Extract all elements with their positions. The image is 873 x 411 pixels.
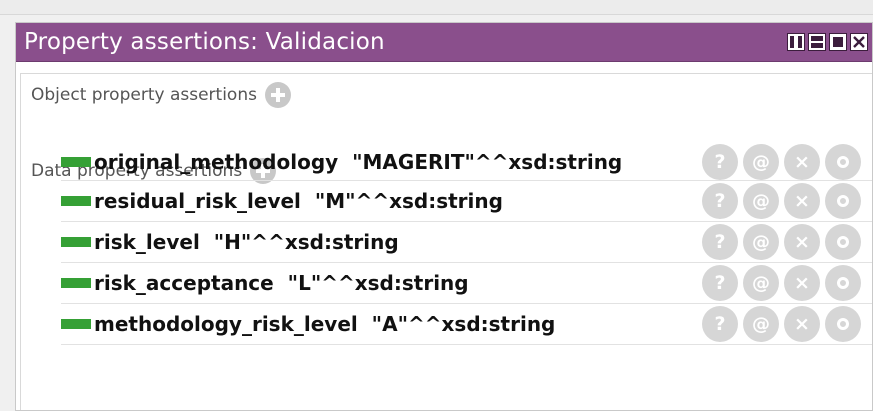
list-item[interactable]: risk_level "H"^^xsd:string ? @ × [61, 222, 872, 263]
ring [837, 236, 849, 248]
assertion-text: methodology_risk_level "A"^^xsd:string [94, 312, 556, 336]
assertion-text: residual_risk_level "M"^^xsd:string [94, 189, 503, 213]
question-icon[interactable]: ? [702, 306, 738, 342]
at-icon[interactable]: @ [743, 265, 779, 301]
row-actions: ? @ × [702, 306, 861, 342]
data-property-icon [61, 237, 91, 247]
add-object-property-icon[interactable] [264, 82, 291, 108]
ring [837, 318, 849, 330]
x-icon[interactable]: × [784, 144, 820, 180]
split-icon-part [798, 36, 802, 48]
x-icon[interactable]: × [784, 183, 820, 219]
window-controls [787, 33, 868, 51]
question-icon[interactable]: ? [702, 224, 738, 260]
x-icon[interactable]: × [784, 265, 820, 301]
row-actions: ? @ × [702, 183, 861, 219]
data-property-icon [61, 319, 91, 329]
minimize-button[interactable] [808, 33, 826, 51]
property-assertions-view: Property assertions: Validacion Object p… [15, 22, 873, 411]
object-property-assertions-header: Object property assertions [31, 82, 291, 108]
assertion-text: risk_level "H"^^xsd:string [94, 230, 399, 254]
list-item[interactable]: methodology_risk_level "A"^^xsd:string ?… [61, 304, 872, 345]
split-view-button[interactable] [787, 33, 805, 51]
list-item[interactable]: residual_risk_level "M"^^xsd:string ? @ … [61, 181, 872, 222]
minimize-icon-part [811, 43, 823, 48]
question-icon[interactable]: ? [702, 183, 738, 219]
list-item[interactable]: risk_acceptance "L"^^xsd:string ? @ × [61, 263, 872, 304]
at-icon[interactable]: @ [743, 306, 779, 342]
maximize-button[interactable] [829, 33, 847, 51]
assertion-text: original_methodology "MAGERIT"^^xsd:stri… [94, 150, 623, 174]
row-actions: ? @ × [702, 224, 861, 260]
row-actions: ? @ × [702, 265, 861, 301]
object-property-assertions-label: Object property assertions [31, 85, 257, 105]
circle-icon[interactable] [825, 265, 861, 301]
data-property-list: original_methodology "MAGERIT"^^xsd:stri… [61, 144, 872, 345]
list-item[interactable]: original_methodology "MAGERIT"^^xsd:stri… [61, 144, 872, 181]
at-icon[interactable]: @ [743, 224, 779, 260]
close-icon [853, 36, 865, 48]
x-icon[interactable]: × [784, 306, 820, 342]
data-property-icon [61, 157, 91, 167]
circle-icon[interactable] [825, 306, 861, 342]
at-icon[interactable]: @ [743, 144, 779, 180]
close-button[interactable] [850, 33, 868, 51]
ring [837, 156, 849, 168]
minimize-icon [811, 36, 823, 41]
circle-icon[interactable] [825, 183, 861, 219]
ring [837, 195, 849, 207]
question-icon[interactable]: ? [702, 265, 738, 301]
at-icon[interactable]: @ [743, 183, 779, 219]
question-icon[interactable]: ? [702, 144, 738, 180]
assertion-text: risk_acceptance "L"^^xsd:string [94, 271, 469, 295]
row-actions: ? @ × [702, 144, 861, 180]
maximize-icon [833, 37, 843, 47]
top-strip [0, 0, 873, 15]
data-property-icon [61, 278, 91, 288]
circle-icon[interactable] [825, 144, 861, 180]
view-titlebar: Property assertions: Validacion [16, 23, 872, 62]
data-property-icon [61, 196, 91, 206]
x-icon[interactable]: × [784, 224, 820, 260]
view-title: Property assertions: Validacion [24, 29, 385, 55]
circle-icon[interactable] [825, 224, 861, 260]
ring [837, 277, 849, 289]
split-icon [790, 36, 794, 48]
page: Property assertions: Validacion Object p… [0, 0, 873, 411]
